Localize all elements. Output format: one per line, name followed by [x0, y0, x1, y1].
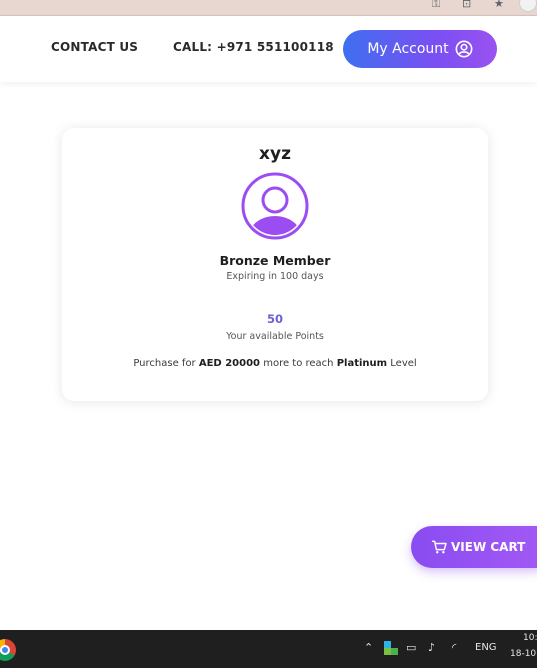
- key-icon[interactable]: ⚿: [432, 0, 440, 9]
- windows-taskbar: ⌃ ▭ ♪ ◜ ENG 10: 18-10: [0, 630, 537, 668]
- top-navigation: CONTACT US CALL: +971 551100118 My Accou…: [0, 16, 537, 82]
- profile-avatar-icon[interactable]: [519, 0, 537, 12]
- battery-icon[interactable]: ▭: [406, 641, 416, 654]
- cart-icon: [432, 540, 447, 554]
- avatar-icon: [241, 172, 309, 240]
- purchase-suffix: Level: [390, 358, 417, 369]
- star-icon[interactable]: ★: [494, 0, 504, 9]
- purchase-middle: more to reach: [263, 358, 334, 369]
- user-name: xyz: [259, 144, 291, 164]
- view-cart-button[interactable]: VIEW CART: [411, 526, 537, 568]
- my-account-button[interactable]: My Account: [343, 30, 497, 68]
- points-label: Your available Points: [226, 331, 324, 342]
- language-indicator[interactable]: ENG: [475, 642, 497, 653]
- wifi-icon[interactable]: ◜: [452, 641, 456, 654]
- points-value: 50: [266, 312, 283, 326]
- chrome-icon[interactable]: [0, 639, 16, 661]
- user-circle-icon: [455, 40, 473, 58]
- purchase-prefix: Purchase for: [133, 358, 196, 369]
- member-tier: Bronze Member: [219, 253, 331, 268]
- clock-date[interactable]: 18-10: [510, 649, 536, 659]
- chevron-up-icon[interactable]: ⌃: [364, 641, 373, 654]
- install-icon[interactable]: ⊡: [462, 0, 471, 9]
- volume-icon[interactable]: ♪: [428, 641, 435, 654]
- view-cart-label: VIEW CART: [451, 540, 526, 554]
- contact-us-link[interactable]: CONTACT US: [51, 40, 138, 54]
- my-account-label: My Account: [367, 41, 449, 57]
- membership-expiry: Expiring in 100 days: [226, 271, 324, 282]
- call-link[interactable]: CALL: +971 551100118: [173, 40, 334, 54]
- browser-toolbar-strip: ⚿ ⊡ ★: [0, 0, 537, 16]
- clock-time[interactable]: 10:: [523, 633, 537, 643]
- purchase-amount: AED 20000: [198, 358, 261, 369]
- upgrade-message: Purchase for AED 20000 more to reach Pla…: [62, 358, 488, 369]
- target-level: Platinum: [336, 358, 388, 369]
- app-tray-icon[interactable]: [384, 641, 398, 655]
- membership-card: xyz Bronze Member Expiring in 100 days 5…: [62, 128, 488, 401]
